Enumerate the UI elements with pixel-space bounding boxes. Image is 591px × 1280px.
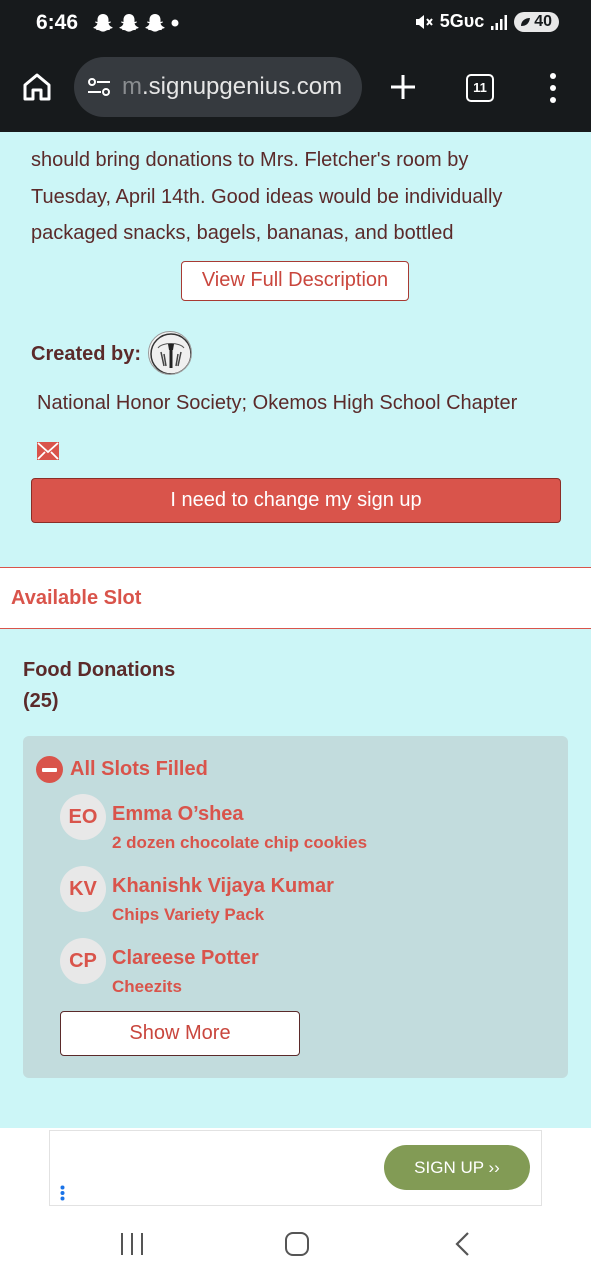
url-domain: .signupgenius.com	[142, 73, 343, 100]
more-options-icon[interactable]	[542, 70, 564, 106]
slots-filled-status: All Slots Filled	[36, 756, 208, 783]
avatar: EO	[60, 794, 106, 840]
status-bar: 6:46 5Gᴜᴄ 40	[0, 0, 591, 48]
network-type: 5Gᴜᴄ	[439, 11, 485, 31]
battery-level: 40	[534, 12, 552, 30]
slot-card: All Slots Filled EO Emma O’shea 2 dozen …	[23, 736, 568, 1078]
notification-icons	[92, 12, 180, 34]
description-line: should bring donations to Mrs. Fletcher'…	[31, 149, 469, 171]
creator-name: National Honor Society; Okemos High Scho…	[37, 392, 518, 414]
ad-banner[interactable]: SIGN UP ››	[49, 1130, 542, 1206]
signup-entry: CP Clareese Potter Cheezits	[60, 938, 540, 998]
snapchat-icon	[119, 14, 139, 32]
slot-name: Food Donations	[23, 659, 176, 681]
signup-name: Emma O’shea	[112, 803, 244, 825]
site-settings-icon[interactable]	[86, 75, 112, 99]
battery-indicator: 40	[514, 11, 559, 32]
minus-circle-icon	[36, 756, 63, 783]
home-nav-icon[interactable]	[284, 1230, 310, 1258]
avatar: CP	[60, 938, 106, 984]
avatar: KV	[60, 866, 106, 912]
signup-item: Chips Variety Pack	[112, 905, 265, 924]
back-icon[interactable]	[453, 1230, 473, 1258]
signup-name: Khanishk Vijaya Kumar	[112, 875, 334, 897]
url-text: m.signupgenius.com	[122, 73, 342, 101]
signup-entry: KV Khanishk Vijaya Kumar Chips Variety P…	[60, 866, 540, 926]
status-time: 6:46	[36, 11, 79, 34]
signal-icon	[491, 14, 508, 30]
ad-signup-button[interactable]: SIGN UP ››	[384, 1145, 530, 1190]
email-icon[interactable]	[37, 442, 59, 460]
snapchat-icon	[145, 14, 165, 32]
mute-icon	[415, 14, 433, 29]
ad-options-icon[interactable]	[60, 1185, 65, 1201]
url-faded-part: m	[122, 73, 142, 100]
recent-apps-icon[interactable]	[118, 1231, 146, 1257]
event-description: should bring donations to Mrs. Fletcher'…	[31, 142, 561, 260]
snapchat-icon	[93, 14, 113, 32]
signup-entry: EO Emma O’shea 2 dozen chocolate chip co…	[60, 794, 540, 854]
available-slot-label: Available Slot	[11, 587, 142, 609]
slot-title: Food Donations (25)	[23, 655, 175, 717]
show-more-button[interactable]: Show More	[60, 1011, 300, 1056]
description-line: water. Nothing would also be too much, e…	[31, 252, 561, 261]
browser-toolbar: m.signupgenius.com 11	[0, 48, 591, 132]
signup-item: 2 dozen chocolate chip cookies	[112, 833, 368, 852]
slots-filled-label: All Slots Filled	[70, 758, 208, 780]
description-line: Tuesday, April 14th. Good ideas would be…	[31, 185, 503, 208]
view-full-description-button[interactable]: View Full Description	[181, 261, 409, 301]
creator-logo[interactable]	[148, 331, 192, 375]
available-slot-header: Available Slot	[0, 567, 591, 629]
created-by-label: Created by:	[31, 343, 142, 365]
home-icon[interactable]	[20, 70, 54, 104]
tab-switcher-button[interactable]: 11	[466, 74, 494, 102]
signup-item: Cheezits	[112, 977, 182, 996]
system-nav-bar	[0, 1208, 591, 1280]
description-line: packaged snacks, bagels, bananas, and bo…	[31, 222, 454, 244]
address-bar[interactable]: m.signupgenius.com	[74, 57, 362, 117]
more-notifications-dot-icon	[171, 19, 179, 27]
battery-saver-icon	[521, 17, 531, 26]
status-right: 5Gᴜᴄ 40	[414, 11, 559, 32]
torch-seal-icon	[150, 333, 191, 374]
slot-count: (25)	[23, 690, 59, 712]
new-tab-icon[interactable]	[386, 70, 420, 104]
signup-name: Clareese Potter	[112, 947, 259, 969]
change-signup-button[interactable]: I need to change my sign up	[31, 478, 561, 523]
